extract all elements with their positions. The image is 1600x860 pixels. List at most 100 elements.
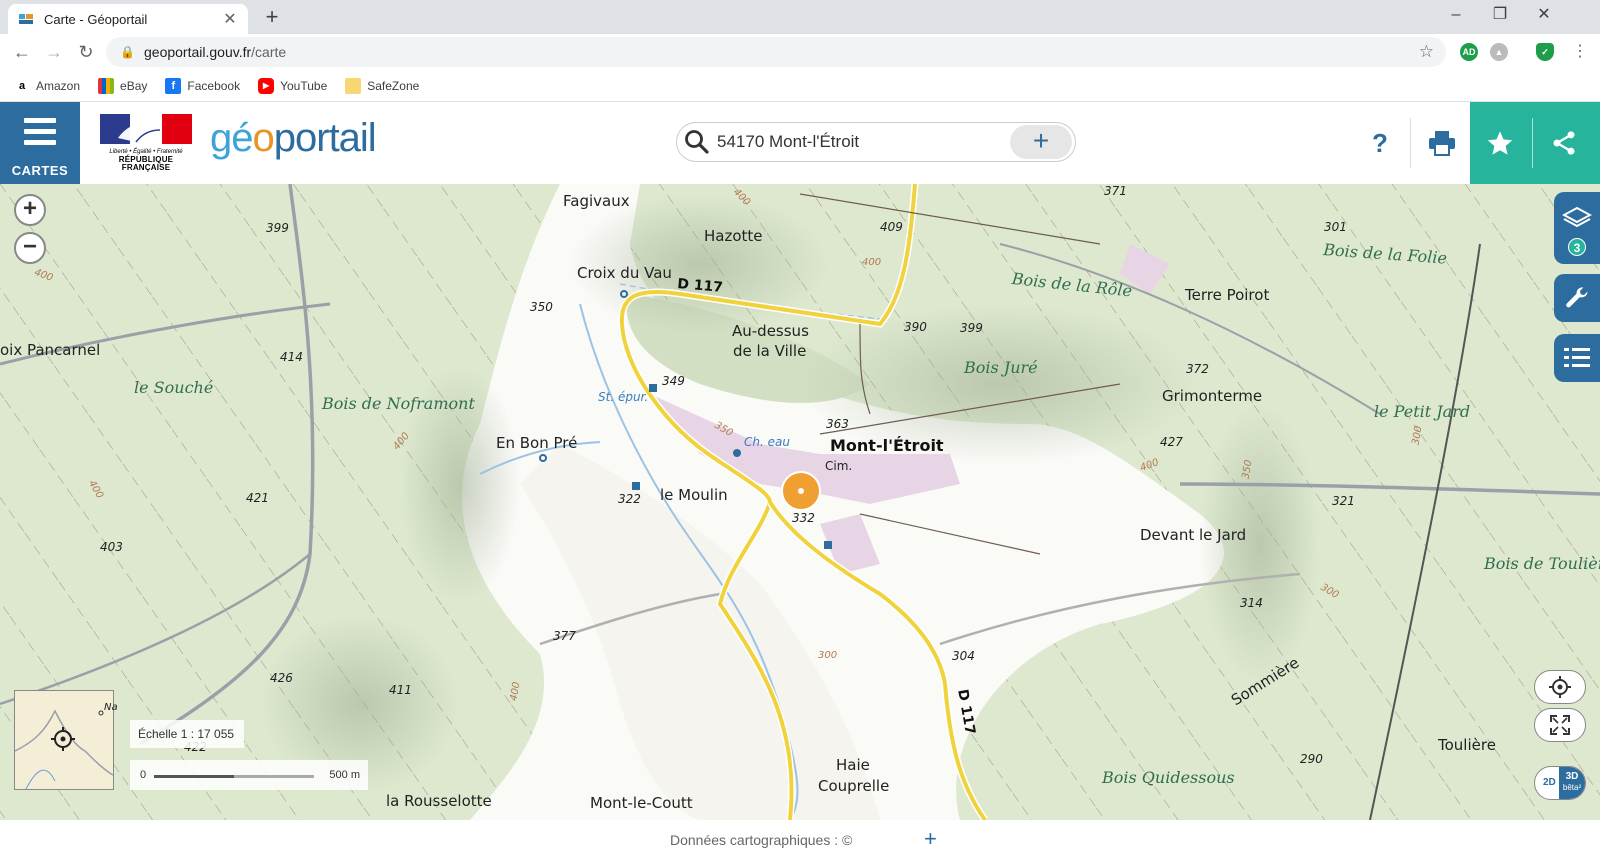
map-altitude: 399 (960, 321, 983, 335)
map-label-place: Hazotte (704, 227, 763, 245)
legend-button[interactable] (1554, 334, 1600, 382)
cartes-menu-button[interactable]: CARTES (0, 102, 80, 184)
tab-geoportail[interactable]: Carte - Géoportail ✕ (8, 4, 248, 34)
map-altitude: 350 (530, 300, 553, 314)
favorites-button[interactable] (1470, 102, 1530, 184)
forward-icon[interactable]: → (40, 40, 68, 64)
scale-max: 500 m (329, 769, 360, 781)
extension-drive-icon[interactable]: ▲ (1490, 43, 1508, 61)
geoportail-logo[interactable]: géoportail (210, 116, 377, 161)
map-label-place: Mont-le-Coutt (590, 794, 693, 812)
window-close-button[interactable]: ✕ (1522, 0, 1566, 30)
fullscreen-button[interactable] (1534, 708, 1586, 742)
layers-button[interactable]: 3 (1554, 192, 1600, 264)
url-path: /carte (251, 44, 287, 60)
zoom-out-button[interactable]: − (14, 232, 46, 264)
lock-icon: 🔒 (120, 45, 135, 59)
map-altitude: 332 (792, 511, 815, 525)
browser-menu-icon[interactable]: ⋮ (1566, 40, 1594, 64)
2d-3d-toggle[interactable]: 2D 3D bêta² (1534, 766, 1586, 800)
map-altitude: 421 (246, 491, 269, 505)
map-altitude: 399 (266, 221, 289, 235)
map-altitude: 426 (270, 671, 293, 685)
search-advanced-button[interactable]: + (1010, 125, 1072, 159)
youtube-icon: ▶ (258, 77, 275, 94)
help-button[interactable]: ? (1350, 102, 1410, 184)
layers-count-badge: 3 (1568, 238, 1586, 256)
map-label-place: Haie (836, 756, 870, 774)
browser-window: Carte - Géoportail ✕ + – ❐ ✕ ← → ↻ 🔒 geo… (0, 0, 1600, 860)
map-label-place: Au-dessus (732, 322, 809, 340)
scale-line (154, 775, 314, 778)
geolocate-button[interactable] (1534, 670, 1586, 704)
geoportail-favicon-icon (19, 14, 33, 24)
tools-button[interactable] (1554, 274, 1600, 322)
scale-text: Échelle 1 : 17 055 (130, 720, 244, 748)
address-bar: ← → ↻ 🔒 geoportail.gouv.fr/carte ☆ AD ▲ … (0, 34, 1600, 70)
url-input[interactable]: 🔒 geoportail.gouv.fr/carte ☆ (106, 37, 1446, 67)
amazon-icon: a (18, 79, 26, 92)
map-altitude: 304 (952, 649, 975, 663)
print-button[interactable] (1412, 102, 1472, 184)
search-icon[interactable] (677, 122, 717, 162)
minimap-view (15, 709, 113, 789)
search-value: 54170 Mont-l'Étroit (717, 132, 860, 151)
map-altitude: 314 (1240, 596, 1263, 610)
map-label-wood: Bois Juré (964, 358, 1038, 377)
mode-3d[interactable]: 3D bêta² (1559, 767, 1585, 799)
overview-minimap[interactable] (14, 690, 114, 790)
print-icon (1429, 131, 1455, 156)
back-icon[interactable]: ← (8, 40, 36, 64)
map-label-place: oix Pancarnel (0, 341, 101, 359)
fullscreen-icon (1550, 715, 1570, 735)
share-button[interactable] (1534, 102, 1594, 184)
list-icon (1564, 348, 1590, 367)
bookmark-amazon[interactable]: a Amazon (14, 78, 80, 94)
map-altitude: 427 (1160, 435, 1183, 449)
map-label-place: Toulière (1438, 736, 1496, 754)
bookmark-ebay[interactable]: eBay (98, 77, 147, 94)
map-label-place: la Rousselotte (386, 792, 492, 810)
header-divider (1410, 118, 1411, 168)
map-altitude: 322 (618, 492, 641, 506)
star-icon (1487, 131, 1513, 155)
map-label-wood: Bois de Noframont (322, 394, 475, 413)
map-altitude: 349 (662, 374, 685, 388)
map-altitude: 301 (1324, 220, 1347, 234)
map-label-place: Croix du Vau (577, 264, 672, 282)
bookmarks-bar: a Amazon eBay f Facebook ▶ YouTube SafeZ… (0, 70, 1600, 102)
republique-francaise-text: Liberté • Égalité • Fraternité RÉPUBLIQU… (109, 149, 183, 172)
tab-close-icon[interactable]: ✕ (222, 9, 238, 29)
map-label-water: Ch. eau (744, 435, 790, 449)
zoom-in-button[interactable]: + (14, 194, 46, 226)
map-canvas[interactable]: Fagivaux Hazotte Croix du Vau Au-dessus … (0, 184, 1600, 820)
map-label-place: de la Ville (733, 342, 807, 360)
attribution-text: Données cartographiques : © (670, 832, 853, 848)
wrench-icon (1566, 287, 1588, 308)
map-altitude: 377 (553, 629, 576, 643)
map-altitude: 371 (1104, 184, 1127, 198)
scale-bar: 0 500 m (130, 760, 368, 790)
minimize-button[interactable]: – (1434, 0, 1478, 30)
map-altitude: 411 (389, 683, 412, 697)
reload-icon[interactable]: ↻ (72, 40, 100, 64)
new-tab-button[interactable]: + (258, 4, 286, 30)
map-altitude: Na (104, 702, 118, 713)
extension-ad-icon[interactable]: AD (1460, 43, 1478, 61)
map-label-place: Terre Poirot (1185, 286, 1270, 304)
bookmark-safezone[interactable]: SafeZone (345, 77, 419, 94)
map-label-place: le Souché (134, 378, 214, 397)
map-altitude: 372 (1186, 362, 1209, 376)
search-input[interactable]: 54170 Mont-l'Étroit + (676, 122, 1076, 162)
attribution-more-button[interactable]: + (924, 826, 937, 852)
bookmark-star-icon[interactable]: ☆ (1419, 42, 1434, 62)
map-altitude: 390 (904, 320, 927, 334)
extension-shield-icon[interactable]: ✓ (1536, 43, 1554, 61)
bookmark-youtube[interactable]: ▶ YouTube (258, 77, 327, 94)
mode-2d[interactable]: 2D (1543, 777, 1556, 788)
map-label-town: Mont-l'Étroit (830, 436, 944, 455)
maximize-button[interactable]: ❐ (1478, 0, 1522, 30)
tab-title: Carte - Géoportail (44, 11, 148, 27)
bookmark-facebook[interactable]: f Facebook (165, 77, 240, 94)
ebay-icon (98, 77, 115, 94)
